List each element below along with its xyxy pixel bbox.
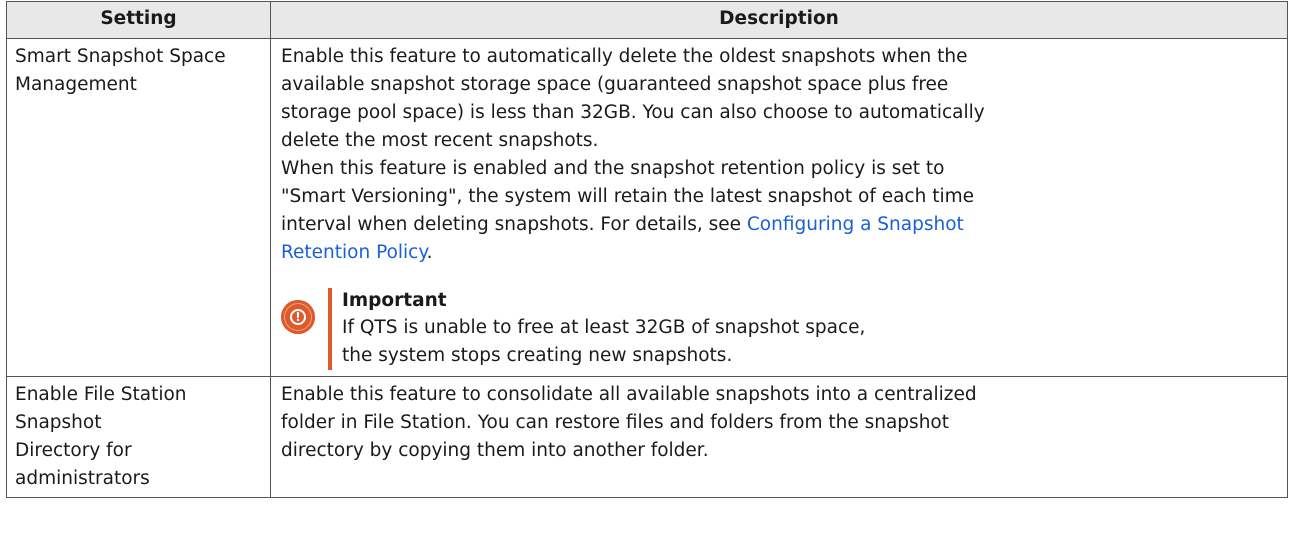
description-line: Enable this feature to consolidate all a…: [281, 384, 977, 405]
table-row: Enable File Station Snapshot Directory f…: [6, 376, 1288, 498]
description-text: interval when deleting snapshots. For de…: [281, 214, 747, 235]
description-line: delete the most recent snapshots.: [281, 130, 599, 151]
callout-body: Important If QTS is unable to free at le…: [342, 288, 1279, 370]
setting-name-line: Management: [15, 74, 137, 95]
description-cell: Enable this feature to consolidate all a…: [270, 376, 1288, 498]
table-header-row: Setting Description: [6, 1, 1288, 39]
callout-text-line: If QTS is unable to free at least 32GB o…: [342, 317, 866, 338]
description-line: Enable this feature to automatically del…: [281, 46, 968, 67]
callout-accent-bar: [328, 288, 332, 370]
description-line: folder in File Station. You can restore …: [281, 412, 949, 433]
retention-policy-link-cont[interactable]: Retention Policy: [281, 242, 427, 263]
description-line: storage pool space) is less than 32GB. Y…: [281, 102, 985, 123]
description-line: When this feature is enabled and the sna…: [281, 158, 945, 179]
callout-title: Important: [342, 290, 447, 311]
important-icon: !: [281, 300, 315, 334]
important-callout: ! Important If QTS is unable to free at …: [281, 288, 1279, 370]
settings-table: Setting Description Smart Snapshot Space…: [6, 1, 1288, 498]
description-cell: Enable this feature to automatically del…: [270, 38, 1288, 377]
description-line: "Smart Versioning", the system will reta…: [281, 186, 975, 207]
setting-name-line: Directory for administrators: [15, 440, 150, 489]
description-period: .: [426, 242, 433, 263]
description-line: available snapshot storage space (guaran…: [281, 74, 949, 95]
setting-cell: Smart Snapshot Space Management: [6, 38, 271, 377]
setting-cell: Enable File Station Snapshot Directory f…: [6, 376, 271, 498]
description-line-with-link: Retention Policy.: [281, 239, 1279, 267]
description-line-with-link: interval when deleting snapshots. For de…: [281, 211, 1279, 239]
header-setting: Setting: [6, 1, 271, 39]
header-description: Description: [270, 1, 1288, 39]
description-line: directory by copying them into another f…: [281, 440, 709, 461]
setting-name-line: Smart Snapshot Space: [15, 46, 226, 67]
retention-policy-link[interactable]: Configuring a Snapshot: [747, 214, 964, 235]
table-row: Smart Snapshot Space Management Enable t…: [6, 38, 1288, 377]
callout-text-line: the system stops creating new snapshots.: [342, 345, 733, 366]
setting-name-line: Enable File Station Snapshot: [15, 384, 187, 433]
